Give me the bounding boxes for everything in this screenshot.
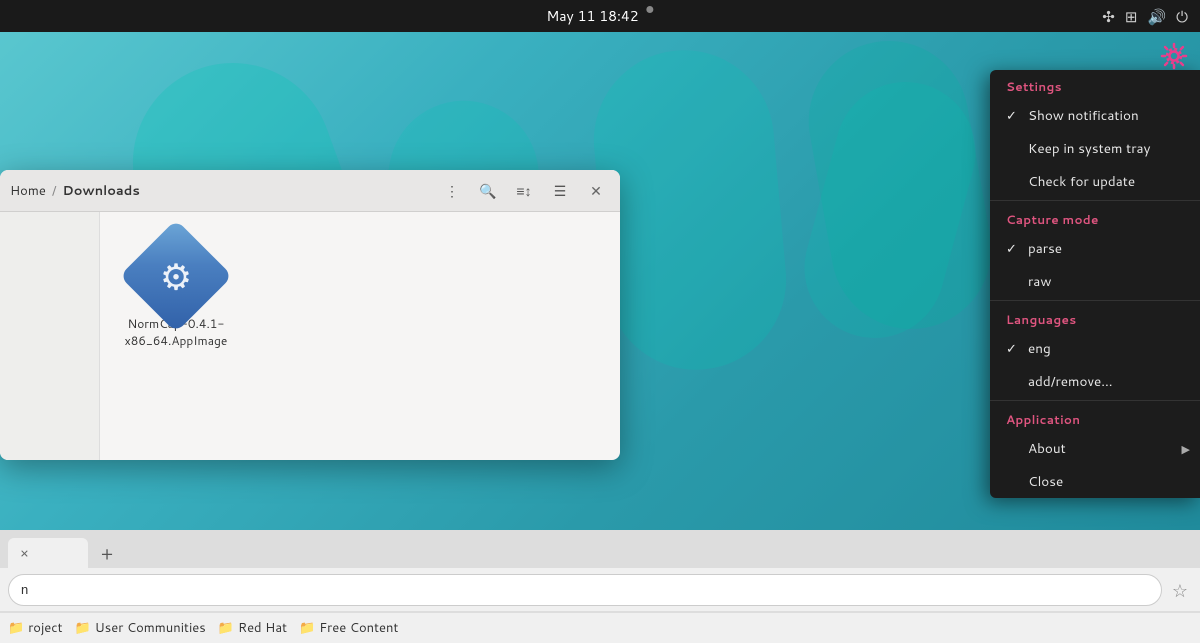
topbar-datetime: May 11 18:42 xyxy=(546,6,653,26)
settings-gear-button[interactable] xyxy=(1156,38,1192,74)
gear-symbol: ⚙ xyxy=(160,251,192,302)
browser-tabs: × + xyxy=(0,530,1200,568)
bookmark-star[interactable]: ☆ xyxy=(1168,573,1192,607)
menu-item-add-remove[interactable]: add/remove... xyxy=(990,365,1200,398)
browser-bar: × + ☆ 📁 roject 📁 User Communities 📁 Red … xyxy=(0,530,1200,643)
topbar: May 11 18:42 ✣ ⊞ 🔊 ⏻ xyxy=(0,0,1200,32)
menu-divider xyxy=(990,400,1200,401)
bookmark-item-red-hat[interactable]: 📁 Red Hat xyxy=(218,619,287,637)
topbar-dot xyxy=(647,6,654,13)
menu-item-about[interactable]: About ▶ xyxy=(990,432,1200,465)
fm-view-toggle-button[interactable]: ☰ xyxy=(546,177,574,205)
menu-item-eng[interactable]: ✓ eng xyxy=(990,332,1200,365)
breadcrumb-separator: / xyxy=(52,182,57,200)
check-mark-parse: ✓ xyxy=(1006,240,1022,258)
menu-item-keep-system-tray[interactable]: Keep in system tray xyxy=(990,132,1200,165)
bookmark-item-user-communities[interactable]: 📁 User Communities xyxy=(75,619,206,637)
settings-section-title: Settings xyxy=(990,70,1200,99)
appimage-icon: ⚙ xyxy=(136,236,216,316)
capture-mode-section-title: Capture mode xyxy=(990,203,1200,232)
volume-icon[interactable]: 🔊 xyxy=(1147,6,1166,27)
new-tab-button[interactable]: + xyxy=(92,538,122,568)
topbar-right: ✣ ⊞ 🔊 ⏻ xyxy=(1102,6,1188,27)
capture-icon[interactable]: ✣ xyxy=(1102,6,1115,27)
tab-close[interactable]: × xyxy=(20,543,29,563)
application-section-title: Application xyxy=(990,403,1200,432)
menu-divider xyxy=(990,200,1200,201)
menu-item-show-notification[interactable]: ✓ Show notification xyxy=(990,99,1200,132)
bookmark-item-project[interactable]: 📁 roject xyxy=(8,619,63,637)
file-manager-titlebar: Home / Downloads ⋮ 🔍 ≡↕ ☰ ✕ xyxy=(0,170,620,212)
fm-menu-button[interactable]: ⋮ xyxy=(438,177,466,205)
network-icon[interactable]: ⊞ xyxy=(1125,6,1138,27)
breadcrumb-home[interactable]: Home xyxy=(10,182,46,200)
menu-item-parse[interactable]: ✓ parse xyxy=(990,232,1200,265)
browser-bookmarks: 📁 roject 📁 User Communities 📁 Red Hat 📁 … xyxy=(0,612,1200,643)
submenu-arrow: ▶ xyxy=(1182,441,1190,457)
fm-view-list-button[interactable]: ≡↕ xyxy=(510,177,538,205)
bookmark-item-free-content[interactable]: 📁 Free Content xyxy=(299,619,398,637)
fm-main-area: ⚙ NormCap-0.4.1-x86_64.AppImage xyxy=(100,212,620,460)
power-icon[interactable]: ⏻ xyxy=(1176,6,1188,27)
file-item[interactable]: ⚙ NormCap-0.4.1-x86_64.AppImage xyxy=(116,228,236,358)
browser-tab[interactable]: × xyxy=(8,538,88,568)
file-manager-window: Home / Downloads ⋮ 🔍 ≡↕ ☰ ✕ ⚙ No xyxy=(0,170,620,460)
check-mark: ✓ xyxy=(1006,107,1022,125)
fm-content: ⚙ NormCap-0.4.1-x86_64.AppImage xyxy=(0,212,620,460)
breadcrumb: Home / Downloads xyxy=(10,182,438,200)
menu-item-close[interactable]: Close xyxy=(990,465,1200,498)
fm-search-button[interactable]: 🔍 xyxy=(474,177,502,205)
breadcrumb-current: Downloads xyxy=(62,182,139,200)
fm-close-button[interactable]: ✕ xyxy=(582,177,610,205)
folder-icon: 📁 xyxy=(218,619,234,637)
menu-divider xyxy=(990,300,1200,301)
browser-urlbar: ☆ xyxy=(0,568,1200,612)
url-input[interactable] xyxy=(8,574,1162,606)
folder-icon: 📁 xyxy=(75,619,91,637)
check-mark-eng: ✓ xyxy=(1006,340,1022,358)
fm-sidebar xyxy=(0,212,100,460)
menu-item-check-update[interactable]: Check for update xyxy=(990,165,1200,198)
desktop: May 11 18:42 ✣ ⊞ 🔊 ⏻ Home / Downloads ⋮ xyxy=(0,0,1200,643)
folder-icon: 📁 xyxy=(8,619,24,637)
menu-item-raw[interactable]: raw xyxy=(990,265,1200,298)
context-menu: Settings ✓ Show notification Keep in sys… xyxy=(990,70,1200,498)
fm-toolbar: ⋮ 🔍 ≡↕ ☰ ✕ xyxy=(438,177,610,205)
folder-icon: 📁 xyxy=(299,619,315,637)
datetime-label: May 11 18:42 xyxy=(546,6,638,26)
languages-section-title: Languages xyxy=(990,303,1200,332)
